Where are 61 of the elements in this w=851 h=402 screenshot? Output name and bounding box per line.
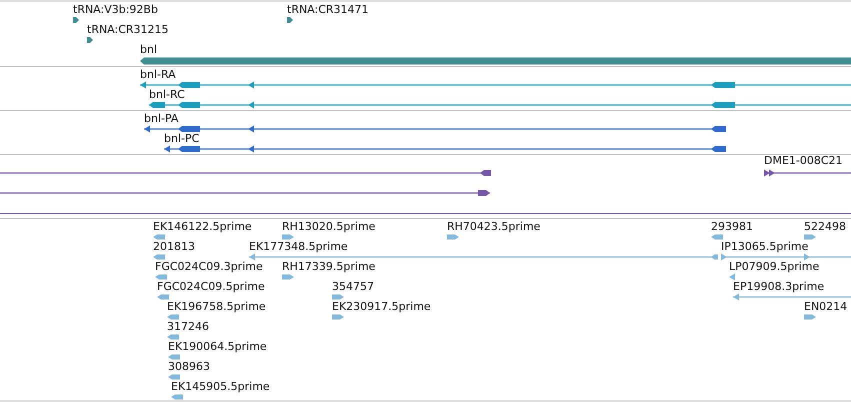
est-glyph[interactable]: [282, 274, 294, 280]
feature-label: bnl: [140, 43, 158, 56]
est-glyph[interactable]: [804, 314, 816, 320]
est-glyph[interactable]: [153, 234, 165, 240]
feature-label: 354757: [332, 280, 374, 293]
feature-label: bnl-PC: [164, 132, 200, 145]
est-glyph[interactable]: [332, 294, 344, 300]
alignment-glyph[interactable]: [0, 170, 491, 176]
est-glyph[interactable]: [167, 334, 179, 340]
est-glyph[interactable]: [804, 234, 816, 240]
est-glyph[interactable]: [711, 234, 723, 240]
feature-label: tRNA:V3b:92Bb: [73, 3, 158, 16]
est-glyph[interactable]: [729, 274, 735, 280]
est-glyph[interactable]: [167, 314, 179, 320]
transcript-glyph[interactable]: [149, 102, 851, 108]
est-glyph[interactable]: [168, 354, 180, 360]
est-glyph[interactable]: [721, 254, 851, 260]
feature-label: RH17339.5prime: [282, 260, 376, 273]
feature-label: EK190064.5prime: [168, 340, 267, 353]
feature-label: bnl-RA: [140, 68, 176, 81]
est-glyph[interactable]: [153, 254, 165, 260]
est-glyph[interactable]: [332, 314, 344, 320]
feature-label: FGC024C09.5prime: [157, 280, 265, 293]
est-glyph[interactable]: [155, 274, 167, 280]
feature-label: 522498: [804, 220, 846, 233]
gene-glyph[interactable]: [287, 17, 293, 23]
feature-label: EK177348.5prime: [249, 240, 348, 253]
alignment-glyph[interactable]: [764, 170, 851, 176]
est-glyph[interactable]: [157, 294, 169, 300]
feature-label: tRNA:CR31215: [87, 23, 169, 36]
alignment-glyph[interactable]: [0, 190, 490, 196]
transcript-glyph[interactable]: [164, 146, 726, 152]
est-glyph[interactable]: [733, 294, 851, 300]
feature-label: EN0214: [804, 300, 848, 313]
feature-label: bnl-RC: [149, 88, 185, 101]
feature-label: RH13020.5prime: [282, 220, 376, 233]
est-glyph[interactable]: [171, 394, 183, 400]
est-glyph[interactable]: [249, 254, 718, 260]
feature-label: IP13065.5prime: [721, 240, 808, 253]
est-glyph[interactable]: [168, 374, 180, 380]
feature-label: FGC024C09.3prime: [155, 260, 263, 273]
gene-glyph[interactable]: [87, 37, 93, 43]
transcript-glyph[interactable]: [140, 82, 851, 88]
feature-label: LP07909.5prime: [729, 260, 820, 273]
feature-label: tRNA:CR31471: [287, 3, 369, 16]
feature-label: 293981: [711, 220, 753, 233]
feature-label: DME1-008C21: [764, 154, 843, 167]
feature-label: EK145905.5prime: [171, 380, 270, 393]
gene-glyph[interactable]: [73, 17, 79, 23]
est-glyph[interactable]: [282, 234, 294, 240]
feature-label: bnl-PA: [144, 112, 178, 125]
transcript-glyph[interactable]: [144, 126, 726, 132]
feature-label: 201813: [153, 240, 195, 253]
feature-label: 308963: [168, 360, 210, 373]
feature-label: EK196758.5prime: [167, 300, 266, 313]
feature-label: 317246: [167, 320, 209, 333]
feature-label: EP19908.3prime: [733, 280, 824, 293]
feature-label: RH70423.5prime: [447, 220, 540, 233]
feature-label: EK230917.5prime: [332, 300, 431, 313]
est-glyph[interactable]: [447, 234, 459, 240]
feature-label: EK146122.5prime: [153, 220, 252, 233]
